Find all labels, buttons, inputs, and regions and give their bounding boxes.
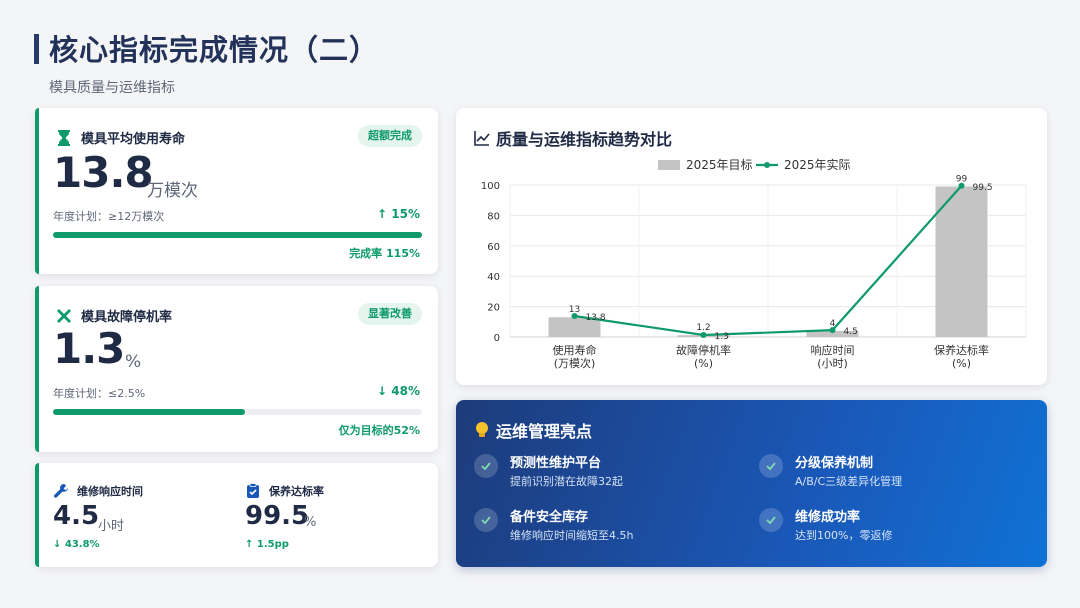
- highlight-title: 维修成功率: [795, 510, 861, 525]
- highlight-desc: 维修响应时间缩短至4.5h: [510, 529, 634, 542]
- status-badge: 超额完成: [358, 125, 422, 147]
- check-icon: [759, 454, 783, 478]
- mini-metric-maintenance-rate: 保养达标率 99.5 % ↑ 1.5pp: [245, 463, 425, 567]
- metric-value: 13.8: [53, 148, 154, 197]
- progress-track: [53, 409, 422, 415]
- y-tick-label: 100: [481, 181, 500, 192]
- line-data-label: 99.5: [973, 183, 993, 193]
- mini-metric-delta: ↓ 43.8%: [53, 539, 100, 550]
- check-icon: [474, 508, 498, 532]
- progress-fill: [53, 232, 422, 238]
- lightbulb-icon: [474, 421, 490, 439]
- highlights-title: 运维管理亮点: [474, 418, 592, 442]
- x-tick-label: 故障停机率: [676, 343, 731, 357]
- x-tick-label: (%): [952, 357, 971, 370]
- completion-tag: 仅为目标的52%: [338, 424, 420, 437]
- mini-metric-delta: ↑ 1.5pp: [245, 539, 289, 550]
- mini-metric-label: 保养达标率: [269, 485, 324, 498]
- y-tick-label: 60: [487, 242, 500, 253]
- status-badge: 显著改善: [358, 303, 422, 325]
- tools-icon: [55, 307, 73, 325]
- y-tick-label: 40: [487, 272, 500, 283]
- metric-unit: 万模次: [147, 181, 198, 201]
- metric-plan: 年度计划：≤2.5%: [53, 387, 146, 400]
- metric-label: 模具故障停机率: [81, 310, 173, 325]
- bar: [935, 186, 988, 337]
- mini-metric-response-time: 维修响应时间 4.5 小时 ↓ 43.8%: [53, 463, 233, 567]
- mini-metric-unit: %: [304, 515, 317, 530]
- mini-metric-label: 维修响应时间: [77, 485, 143, 498]
- metric-card-downtime-rate: 模具故障停机率 显著改善 1.3 % 年度计划：≤2.5% ↓ 48% 仅为目标…: [35, 286, 438, 452]
- mini-metric-value: 4.5: [53, 501, 100, 531]
- wrench-icon: [53, 483, 69, 499]
- x-tick-label: (%): [694, 357, 713, 370]
- metric-value: 1.3: [53, 324, 125, 373]
- line-point: [829, 327, 836, 334]
- y-tick-label: 20: [487, 303, 500, 314]
- page-title: 核心指标完成情况（二）: [49, 33, 380, 67]
- highlight-desc: 达到100%，零返修: [795, 529, 893, 542]
- x-tick-label: (万模次): [554, 356, 596, 370]
- highlight-desc: A/B/C三级差异化管理: [795, 475, 903, 488]
- metric-plan: 年度计划：≥12万模次: [53, 210, 165, 223]
- check-icon: [759, 508, 783, 532]
- progress-fill: [53, 409, 245, 415]
- line-data-label: 1.3: [715, 332, 729, 342]
- highlight-desc: 提前识别潜在故障32起: [510, 475, 623, 488]
- metric-card-service: 维修响应时间 4.5 小时 ↓ 43.8% 保养达标率 99.5 % ↑ 1.5…: [35, 463, 438, 567]
- y-tick-label: 0: [494, 333, 500, 344]
- highlight-title: 预测性维护平台: [510, 456, 602, 471]
- metric-unit: %: [125, 352, 142, 372]
- bar-data-label: 1.2: [696, 323, 710, 333]
- x-tick-label: 保养达标率: [934, 343, 989, 357]
- line-point: [700, 332, 707, 339]
- metric-label: 模具平均使用寿命: [81, 132, 186, 147]
- metric-delta: ↑ 15%: [377, 207, 420, 221]
- metric-delta: ↓ 48%: [377, 384, 420, 398]
- clipboard-check-icon: [245, 483, 261, 499]
- x-tick-label: 响应时间: [811, 343, 855, 357]
- highlights-title-text: 运维管理亮点: [496, 422, 593, 441]
- y-tick-label: 80: [487, 211, 500, 222]
- x-tick-label: 使用寿命: [553, 343, 597, 357]
- completion-tag: 完成率 115%: [349, 247, 420, 260]
- mini-metric-unit: 小时: [98, 519, 125, 534]
- legend-label: 2025年目标: [686, 158, 753, 172]
- highlights-card: 运维管理亮点 预测性维护平台 提前识别潜在故障32起 分级保养机制 A/B/C三…: [456, 400, 1047, 567]
- trend-chart: 020406080100131.2 49913.81.3 4.599.5使用寿命(万…: [481, 157, 1027, 370]
- legend-label: 2025年实际: [784, 157, 851, 172]
- highlight-title: 分级保养机制: [795, 456, 874, 471]
- line-data-label: 13.8: [586, 313, 606, 323]
- highlight-title: 备件安全库存: [510, 510, 589, 525]
- page-subtitle: 模具质量与运维指标: [49, 80, 175, 96]
- mini-metric-value: 99.5: [245, 501, 310, 531]
- progress-track: [53, 232, 422, 238]
- hourglass-icon: [55, 129, 73, 147]
- x-tick-label: (小时): [817, 357, 848, 370]
- chart-card: 质量与运维指标趋势对比 0 20 40 60 80 100 13 1.2 4 99 13.8 1.3 4…: [456, 108, 1047, 385]
- line-point: [571, 313, 578, 320]
- legend-marker: [764, 162, 770, 168]
- line-data-label: 4.5: [844, 327, 858, 337]
- legend-swatch: [658, 160, 680, 170]
- check-icon: [474, 454, 498, 478]
- line-point: [958, 182, 965, 189]
- metric-card-mold-life: 模具平均使用寿命 超额完成 13.8 万模次 年度计划：≥12万模次 ↑ 15%…: [35, 108, 438, 274]
- title-accent-bar: [34, 34, 39, 64]
